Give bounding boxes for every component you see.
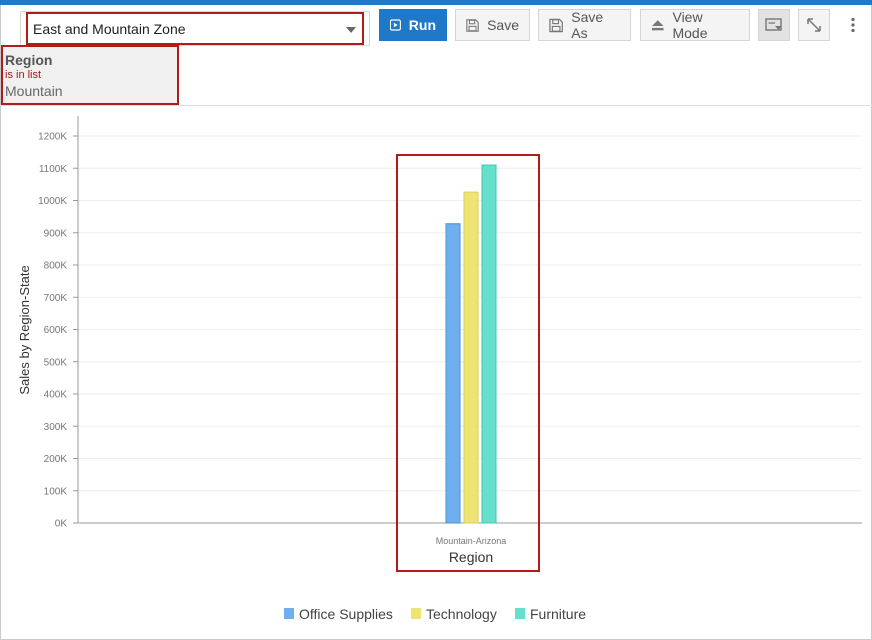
y-tick-label: 100K: [44, 486, 68, 497]
legend-swatch[interactable]: [284, 608, 294, 619]
save-button-label: Save: [487, 17, 519, 33]
y-tick-label: 700K: [44, 293, 68, 304]
run-button-label: Run: [408, 17, 436, 33]
legend-swatch[interactable]: [411, 608, 421, 619]
play-icon: [390, 19, 401, 31]
more-options-button[interactable]: [838, 9, 868, 41]
expand-icon: [807, 18, 821, 32]
x-tick-label: Mountain-Arizona: [436, 536, 507, 546]
y-tick-label: 600K: [44, 325, 68, 336]
view-mode-button-label: View Mode: [672, 9, 708, 41]
expand-button[interactable]: [798, 9, 830, 41]
bar-technology[interactable]: [463, 191, 479, 524]
y-tick-label: 0K: [55, 519, 68, 530]
y-axis-label: Sales by Region-State: [17, 265, 32, 394]
save-button[interactable]: Save: [455, 9, 530, 41]
y-tick-label: 500K: [44, 357, 68, 368]
legend-label[interactable]: Technology: [426, 606, 497, 622]
y-tick-label: 800K: [44, 261, 68, 272]
dashboard-select-value: East and Mountain Zone: [33, 21, 186, 37]
y-tick-label: 1200K: [38, 132, 67, 143]
x-axis-label: Region: [449, 549, 493, 565]
y-tick-label: 1100K: [39, 164, 68, 175]
bar-office-supplies[interactable]: [445, 223, 461, 524]
region-filter-chip[interactable]: Region is in list Mountain: [1, 45, 179, 105]
legend-swatch[interactable]: [515, 608, 525, 619]
filter-panel-icon: [765, 17, 782, 31]
filter-strip: Region is in list Mountain: [0, 45, 872, 106]
y-tick-label: 900K: [44, 228, 68, 239]
vertical-ellipsis-icon: [851, 17, 855, 33]
sales-bar-chart: 0K 100K 200K 300K 400K 500K 600K 700K 800K 900K 10…: [17, 116, 862, 622]
run-button[interactable]: Run: [379, 9, 447, 41]
toolbar: East and Mountain Zone Run Save Save As …: [0, 5, 872, 46]
filter-panel-button[interactable]: [758, 9, 790, 41]
bar-furniture[interactable]: [481, 164, 497, 524]
save-as-button[interactable]: Save As: [538, 9, 631, 41]
floppy-disk-icon: [549, 18, 563, 32]
view-mode-button[interactable]: View Mode: [640, 9, 750, 41]
floppy-disk-icon: [466, 18, 479, 32]
filter-operator: is in list: [5, 69, 42, 81]
y-tick-label: 400K: [44, 390, 68, 401]
chevron-down-icon[interactable]: [346, 27, 356, 33]
eject-icon: [651, 19, 664, 30]
save-as-button-label: Save As: [571, 9, 604, 41]
legend-label[interactable]: Furniture: [530, 606, 586, 622]
dashboard-select[interactable]: East and Mountain Zone: [26, 12, 364, 45]
y-tick-label: 1000K: [38, 196, 67, 207]
filter-value: Mountain: [5, 83, 63, 99]
y-tick-label: 300K: [44, 422, 68, 433]
legend-label[interactable]: Office Supplies: [299, 606, 393, 622]
y-tick-label: 200K: [44, 454, 68, 465]
filter-field-label: Region: [5, 52, 53, 68]
